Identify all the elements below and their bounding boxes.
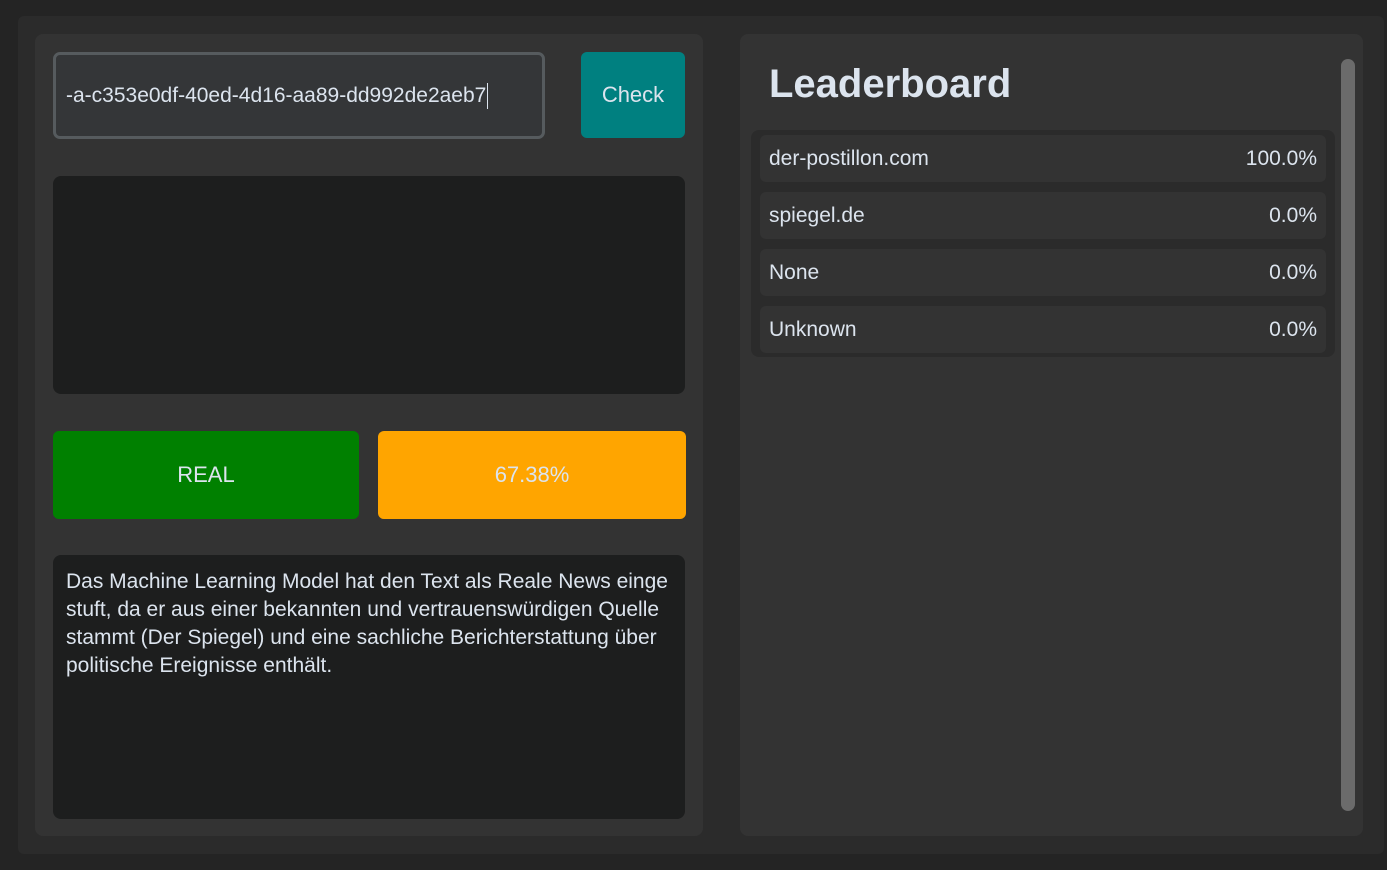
- text-caret: [487, 82, 489, 109]
- leaderboard-source: der-postillon.com: [769, 146, 929, 170]
- explanation-textbox[interactable]: Das Machine Learning Model hat den Text …: [53, 555, 685, 819]
- leaderboard-source: spiegel.de: [769, 203, 865, 227]
- confidence-label: 67.38%: [494, 462, 570, 487]
- check-button-label: Check: [601, 82, 665, 107]
- leaderboard-source: Unknown: [769, 317, 857, 341]
- article-image-area: [53, 176, 685, 394]
- verdict-button[interactable]: REAL: [53, 431, 359, 519]
- leaderboard-title: Leaderboard: [769, 62, 1012, 106]
- leaderboard-score: 0.0%: [1269, 317, 1317, 341]
- explanation-text: Das Machine Learning Model hat den Text …: [66, 570, 668, 677]
- leaderboard-source: None: [769, 260, 820, 284]
- leaderboard-row[interactable]: None 0.0%: [760, 249, 1326, 296]
- leaderboard-score: 100.0%: [1245, 146, 1317, 170]
- leaderboard-scrollbar[interactable]: [1341, 59, 1355, 811]
- leaderboard-row[interactable]: der-postillon.com 100.0%: [760, 135, 1326, 182]
- url-input[interactable]: -a-c353e0df-40ed-4d16-aa89-dd992de2aeb7: [53, 52, 545, 139]
- leaderboard-score: 0.0%: [1269, 203, 1317, 227]
- verdict-label: REAL: [177, 462, 235, 487]
- check-button[interactable]: Check: [581, 52, 685, 138]
- leaderboard-row[interactable]: Unknown 0.0%: [760, 306, 1326, 353]
- confidence-button[interactable]: 67.38%: [378, 431, 686, 519]
- leaderboard-row[interactable]: spiegel.de 0.0%: [760, 192, 1326, 239]
- leaderboard-score: 0.0%: [1269, 260, 1317, 284]
- url-input-value: -a-c353e0df-40ed-4d16-aa89-dd992de2aeb7: [66, 83, 487, 107]
